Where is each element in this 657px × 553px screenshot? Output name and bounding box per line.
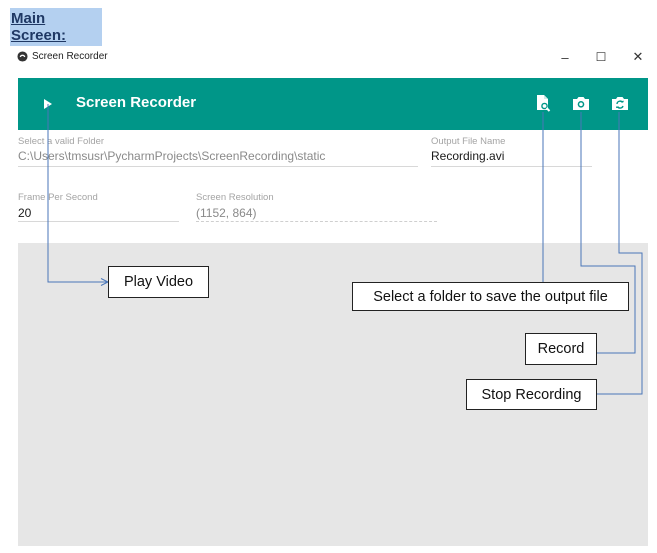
folder-field-underline [18,166,418,167]
output-file-input[interactable]: Recording.avi [431,149,504,163]
close-button[interactable]: ✕ [626,48,650,66]
folder-path-field[interactable]: C:\Users\tmsusr\PycharmProjects\ScreenRe… [18,149,325,163]
maximize-button[interactable]: ☐ [589,48,613,66]
folder-label: Select a valid Folder [18,136,105,147]
camera-switch-icon[interactable] [610,93,630,113]
document-heading: Main Screen: [10,8,102,46]
output-field-underline [431,166,592,167]
resolution-label: Screen Resolution [196,192,274,203]
window-title: Screen Recorder [32,51,108,62]
app-toolbar: Screen Recorder [18,78,648,130]
toolbar-title: Screen Recorder [76,94,197,111]
callout-play-video: Play Video [108,266,209,298]
callout-select-folder: Select a folder to save the output file [352,282,629,311]
fps-field-underline [18,221,179,222]
resolution-field-underline [196,221,437,222]
camera-icon[interactable] [571,93,591,113]
window-titlebar: Screen Recorder – ☐ ✕ [10,46,657,68]
callout-record: Record [525,333,597,365]
output-file-label: Output File Name [431,136,506,147]
callout-stop-recording: Stop Recording [466,379,597,410]
app-icon [17,51,28,62]
fps-label: Frame Per Second [18,192,98,203]
play-icon[interactable] [38,94,58,114]
minimize-button[interactable]: – [553,48,577,66]
resolution-value: (1152, 864) [196,206,257,220]
fps-input[interactable]: 20 [18,206,31,220]
folder-search-icon[interactable] [533,93,553,113]
